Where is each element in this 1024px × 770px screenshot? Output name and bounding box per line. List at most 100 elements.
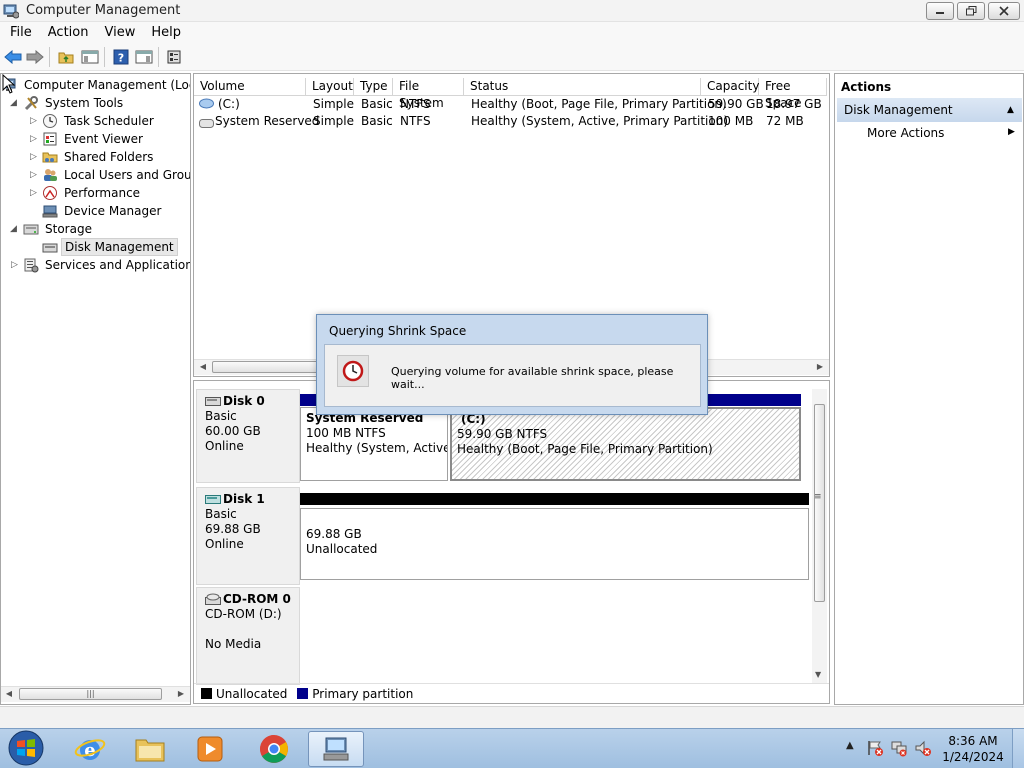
legend: Unallocated Primary partition bbox=[194, 683, 829, 703]
event-viewer-icon bbox=[42, 131, 58, 147]
device-manager-icon bbox=[42, 203, 58, 219]
disk-1-info[interactable]: Disk 1 Basic 69.88 GB Online bbox=[196, 487, 300, 585]
collapse-up-icon[interactable]: ▲ bbox=[1007, 98, 1014, 122]
legend-primary-label: Primary partition bbox=[312, 687, 414, 701]
scroll-left-icon[interactable]: ◀ bbox=[3, 687, 15, 701]
minimize-button[interactable] bbox=[926, 2, 954, 20]
cell-volume: System Reserved bbox=[215, 114, 320, 128]
column-header-status[interactable]: Status bbox=[464, 78, 701, 96]
tree-item-storage[interactable]: Storage bbox=[23, 220, 95, 238]
network-icon[interactable] bbox=[890, 739, 908, 760]
expand-arrow-icon[interactable]: ▷ bbox=[30, 171, 39, 180]
menu-help[interactable]: Help bbox=[143, 22, 189, 43]
taskbar-media-player[interactable] bbox=[182, 731, 238, 767]
taskbar-computer-management[interactable] bbox=[308, 731, 364, 767]
scroll-down-icon[interactable]: ▼ bbox=[815, 670, 821, 679]
taskbar-file-explorer[interactable] bbox=[122, 731, 178, 767]
scrollbar-thumb[interactable] bbox=[212, 361, 322, 373]
cell-file-system: NTFS bbox=[400, 97, 431, 111]
drive-icon bbox=[199, 98, 214, 112]
tree-item-shared-folders[interactable]: Shared Folders bbox=[42, 148, 156, 166]
tree-item-computer-management[interactable]: Computer Management (Local bbox=[2, 76, 190, 94]
cell-status: Healthy (System, Active, Primary Partiti… bbox=[471, 114, 729, 128]
column-header-type[interactable]: Type bbox=[354, 78, 393, 96]
partition-status: Healthy (System, Active, bbox=[306, 441, 448, 455]
tree-item-disk-management[interactable]: Disk Management bbox=[42, 238, 178, 256]
show-hidden-icons-arrow-icon[interactable]: ▲ bbox=[846, 740, 854, 751]
tree-item-services-and-applications[interactable]: Services and Applications bbox=[23, 256, 190, 274]
tree-label: Disk Management bbox=[61, 238, 178, 256]
menu-file[interactable]: File bbox=[2, 22, 40, 43]
menu-action[interactable]: Action bbox=[40, 22, 97, 43]
help-button[interactable]: ? bbox=[111, 48, 131, 66]
partition-status: Unallocated bbox=[306, 542, 378, 556]
tree-item-event-viewer[interactable]: Event Viewer bbox=[42, 130, 146, 148]
column-header-capacity[interactable]: Capacity bbox=[701, 78, 759, 96]
tree-label: Performance bbox=[64, 186, 141, 200]
volume-muted-icon[interactable] bbox=[914, 739, 932, 760]
scrollbar-thumb[interactable] bbox=[814, 404, 825, 602]
show-hide-action-pane-button[interactable] bbox=[134, 48, 154, 66]
actions-pane: Actions Disk Management ▲ More Actions ▶ bbox=[834, 73, 1024, 705]
column-header-file-system[interactable]: File System bbox=[393, 78, 464, 110]
expand-arrow-icon[interactable]: ▷ bbox=[30, 117, 39, 126]
column-header-free-space[interactable]: Free Space bbox=[759, 78, 827, 110]
tree-item-device-manager[interactable]: Device Manager bbox=[42, 202, 164, 220]
collapse-arrow-icon[interactable]: ◢ bbox=[10, 99, 19, 108]
minimize-icon bbox=[936, 12, 944, 14]
partition-unallocated[interactable]: 69.88 GB Unallocated bbox=[300, 508, 809, 580]
taskbar-internet-explorer[interactable]: e bbox=[62, 731, 118, 767]
status-bar bbox=[0, 706, 1024, 728]
up-folder-button[interactable] bbox=[56, 48, 76, 66]
windows-start-icon bbox=[8, 730, 44, 766]
table-row[interactable]: System Reserved Simple Basic NTFS Health… bbox=[194, 113, 829, 130]
toolbar-separator bbox=[49, 47, 50, 67]
menu-view[interactable]: View bbox=[96, 22, 143, 43]
disk-name: Disk 0 bbox=[223, 394, 265, 408]
table-row[interactable]: (C:) Simple Basic NTFS Healthy (Boot, Pa… bbox=[194, 96, 829, 113]
cdrom-info[interactable]: CD-ROM 0 CD-ROM (D:) No Media bbox=[196, 587, 300, 685]
disk-view-vertical-scrollbar[interactable]: ≡ ▼ bbox=[812, 389, 827, 683]
column-header-layout[interactable]: Layout bbox=[306, 78, 354, 96]
expand-arrow-icon[interactable]: ▷ bbox=[30, 135, 39, 144]
dialog-message: Querying volume for available shrink spa… bbox=[391, 365, 674, 391]
collapse-arrow-icon[interactable]: ◢ bbox=[10, 225, 19, 234]
tree-horizontal-scrollbar[interactable]: ◀ ||| ▶ bbox=[1, 686, 190, 702]
forward-button[interactable] bbox=[25, 48, 45, 66]
properties-icon bbox=[167, 50, 181, 64]
scrollbar-thumb[interactable]: ||| bbox=[19, 688, 162, 700]
back-button[interactable] bbox=[3, 48, 23, 66]
action-center-flag-icon[interactable] bbox=[866, 739, 884, 760]
show-desktop-button[interactable] bbox=[1012, 729, 1024, 768]
properties-button[interactable] bbox=[164, 48, 184, 66]
partition-c-drive[interactable]: (C:) 59.90 GB NTFS Healthy (Boot, Page F… bbox=[450, 407, 801, 481]
scroll-right-icon[interactable]: ▶ bbox=[814, 360, 826, 374]
more-actions-item[interactable]: More Actions bbox=[867, 126, 944, 140]
scroll-left-icon[interactable]: ◀ bbox=[197, 360, 209, 374]
expand-arrow-icon[interactable]: ▷ bbox=[30, 153, 39, 162]
tree-item-local-users-and-groups[interactable]: Local Users and Groups bbox=[42, 166, 190, 184]
forward-arrow-icon bbox=[26, 50, 44, 64]
close-button[interactable] bbox=[988, 2, 1020, 20]
partition-fs: 100 MB NTFS bbox=[306, 426, 386, 440]
tree-item-task-scheduler[interactable]: Task Scheduler bbox=[42, 112, 157, 130]
internet-explorer-icon: e bbox=[74, 739, 106, 761]
svg-text:?: ? bbox=[118, 52, 124, 65]
disk-0-info[interactable]: Disk 0 Basic 60.00 GB Online bbox=[196, 389, 300, 483]
tree-item-performance[interactable]: Performance bbox=[42, 184, 143, 202]
start-button[interactable] bbox=[6, 729, 46, 767]
tree-item-system-tools[interactable]: System Tools bbox=[23, 94, 126, 112]
system-clock[interactable]: 8:36 AM 1/24/2024 bbox=[938, 733, 1008, 765]
taskbar-chrome[interactable] bbox=[246, 731, 302, 767]
show-hide-tree-button[interactable] bbox=[80, 48, 100, 66]
cell-type: Basic bbox=[361, 114, 393, 128]
column-header-volume[interactable]: Volume bbox=[194, 78, 306, 96]
actions-section-disk-management[interactable]: Disk Management ▲ bbox=[837, 98, 1022, 122]
action-pane-icon bbox=[135, 50, 153, 64]
storage-icon bbox=[23, 221, 39, 237]
scroll-right-icon[interactable]: ▶ bbox=[175, 687, 187, 701]
restore-button[interactable] bbox=[957, 2, 985, 20]
expand-arrow-icon[interactable]: ▷ bbox=[30, 189, 39, 198]
expand-arrow-icon[interactable]: ▷ bbox=[11, 261, 20, 270]
partition-system-reserved[interactable]: System Reserved 100 MB NTFS Healthy (Sys… bbox=[300, 407, 448, 481]
